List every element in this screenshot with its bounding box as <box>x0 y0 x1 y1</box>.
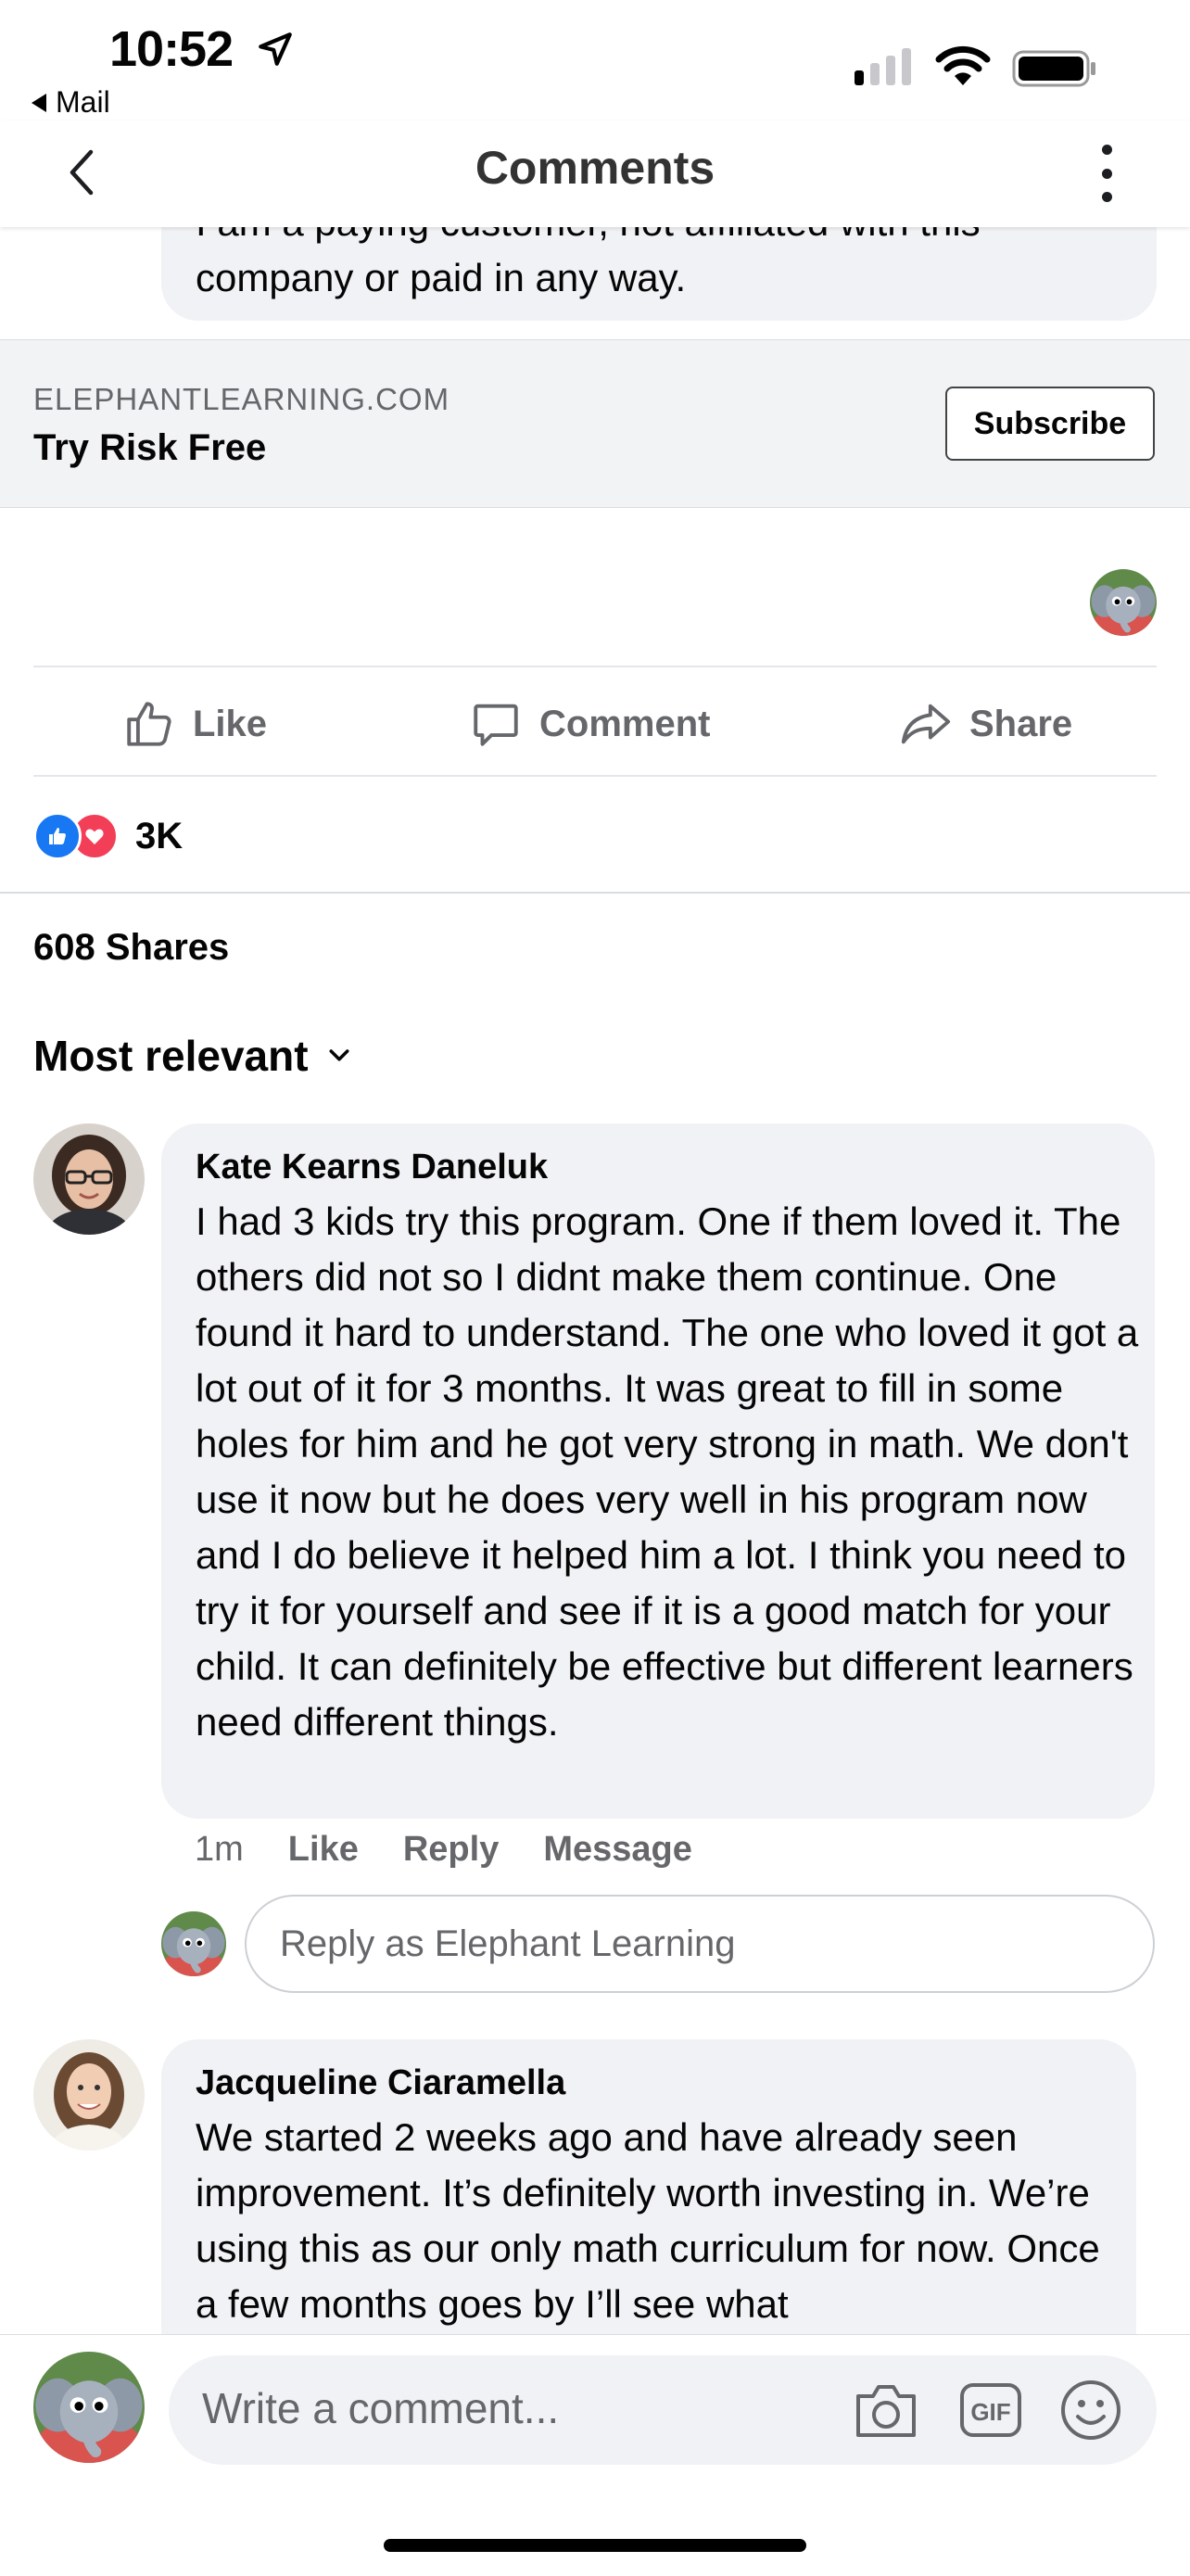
comment-text: We started 2 weeks ago and have already … <box>196 2115 1100 2326</box>
more-options-icon[interactable] <box>1090 145 1123 202</box>
thumbs-up-icon <box>127 702 171 746</box>
comment-text: I had 3 kids try this program. One if th… <box>196 1199 1139 1744</box>
cellular-signal-icon <box>855 48 911 85</box>
link-preview-card[interactable]: ELEPHANTLEARNING.COM Try Risk Free Subsc… <box>0 339 1190 508</box>
link-title: Try Risk Free <box>33 427 267 468</box>
wifi-icon <box>935 45 991 85</box>
my-avatar[interactable] <box>33 2352 145 2463</box>
share-button[interactable]: Share <box>899 690 1072 758</box>
comment-timestamp: 1m <box>195 1830 244 1869</box>
divider <box>33 666 1157 667</box>
chevron-down-icon <box>329 1049 349 1061</box>
link-domain: ELEPHANTLEARNING.COM <box>33 382 450 416</box>
shares-count[interactable]: 608 Shares <box>33 927 229 969</box>
gif-icon[interactable]: GIF <box>958 2379 1023 2441</box>
page-avatar[interactable] <box>1090 569 1157 636</box>
back-to-mail-link[interactable]: Mail <box>32 85 110 120</box>
comment-composer: Write a comment... GIF <box>0 2334 1190 2576</box>
comment-author[interactable]: Kate Kearns Daneluk <box>196 1148 548 1187</box>
page-title: Comments <box>475 142 715 194</box>
reply-input[interactable]: Reply as Elephant Learning <box>245 1895 1155 1993</box>
comment-message-link[interactable]: Message <box>543 1830 692 1870</box>
comment-input-placeholder: Write a comment... <box>202 2384 560 2432</box>
status-time: 10:52 <box>109 21 234 77</box>
camera-icon[interactable] <box>853 2379 919 2441</box>
sort-dropdown[interactable]: Most relevant <box>33 1031 353 1081</box>
like-label: Like <box>193 703 268 744</box>
comment-actions: 1m Like Reply Message <box>195 1830 692 1870</box>
comment-bubble-icon <box>474 704 518 746</box>
back-app-label: Mail <box>56 85 110 119</box>
comment-like-link[interactable]: Like <box>288 1830 359 1870</box>
comments-header: Comments <box>0 121 1190 227</box>
battery-icon <box>1012 50 1095 87</box>
like-reaction-icon <box>33 812 82 860</box>
reaction-summary[interactable]: 3K <box>33 812 183 860</box>
subscribe-button[interactable]: Subscribe <box>945 387 1155 461</box>
comment-button[interactable]: Comment <box>469 690 710 758</box>
share-arrow-icon <box>901 704 951 744</box>
home-indicator <box>384 2539 806 2552</box>
divider <box>33 775 1157 777</box>
share-label: Share <box>969 703 1073 744</box>
reaction-count: 3K <box>135 815 184 857</box>
comment-bubble[interactable]: Kate Kearns Daneluk I had 3 kids try thi… <box>161 1123 1155 1819</box>
sort-label: Most relevant <box>33 1032 309 1080</box>
section-divider <box>0 892 1190 894</box>
previous-comment-line2: company or paid in any way. <box>196 256 687 299</box>
commenter-avatar[interactable] <box>33 2039 145 2151</box>
location-arrow-icon <box>259 32 292 66</box>
commenter-avatar[interactable] <box>33 1123 145 1235</box>
emoji-icon[interactable] <box>1058 2378 1123 2443</box>
back-triangle-icon <box>32 93 46 112</box>
comment-author[interactable]: Jacqueline Ciaramella <box>196 2063 565 2103</box>
reply-avatar <box>161 1911 226 1976</box>
svg-text:GIF: GIF <box>970 2398 1010 2426</box>
comment-label: Comment <box>539 703 711 744</box>
comment-reply-link[interactable]: Reply <box>403 1830 499 1870</box>
like-button[interactable]: Like <box>122 690 267 758</box>
comment-input[interactable]: Write a comment... GIF <box>169 2355 1157 2465</box>
